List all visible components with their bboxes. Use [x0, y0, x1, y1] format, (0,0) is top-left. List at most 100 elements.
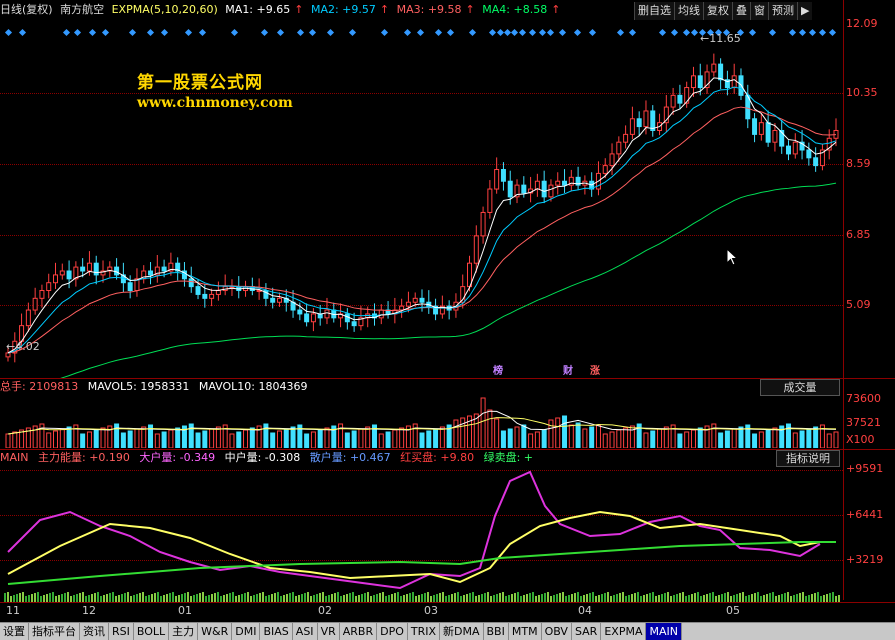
tab-settings[interactable]: 设置: [0, 623, 29, 640]
candle-body: [53, 274, 59, 284]
signal-bar: [394, 593, 396, 602]
signal-bar: [556, 594, 558, 602]
signal-bar: [529, 593, 531, 602]
volume-bar: [202, 430, 208, 448]
tab-expma[interactable]: EXPMA: [601, 623, 647, 640]
volume-bar: [270, 432, 276, 448]
signal-bar: [34, 593, 36, 602]
volume-header: 总手: 2109813 MAVOL5: 1958331 MAVOL10: 180…: [0, 379, 313, 395]
period-label[interactable]: 日线(复权): [0, 3, 53, 16]
tab-trix[interactable]: TRIX: [408, 623, 441, 640]
candle-body: [5, 352, 11, 358]
signal-bar: [817, 592, 819, 602]
window-button[interactable]: 窗: [750, 2, 768, 20]
event-marker-rank[interactable]: 榜: [493, 362, 503, 377]
candle-body: [188, 278, 194, 288]
tab-main-force[interactable]: 主力: [169, 623, 199, 640]
tab-sar[interactable]: SAR: [572, 623, 602, 640]
tab-mtm[interactable]: MTM: [509, 623, 542, 640]
tab-bias[interactable]: BIAS: [260, 623, 293, 640]
signal-bar: [109, 593, 111, 602]
signal-bar: [502, 592, 504, 602]
tab-obv[interactable]: OBV: [542, 623, 572, 640]
signal-diamond: [101, 28, 110, 37]
signal-bar: [31, 594, 33, 602]
main-indicator-header: MAIN 主力能量: +0.190 大户量: -0.349 中户量: -0.30…: [0, 450, 539, 466]
candle-body: [500, 169, 506, 182]
volume-bar: [93, 429, 99, 448]
delete-favorite-button[interactable]: 删自选: [634, 2, 674, 20]
volume-bar: [283, 428, 289, 448]
signal-bar: [4, 593, 6, 602]
adjust-button[interactable]: 复权: [703, 2, 732, 20]
indicator-help-button[interactable]: 指标说明: [776, 450, 840, 467]
tab-bbi[interactable]: BBI: [484, 623, 509, 640]
signal-bar: [316, 594, 318, 602]
event-marker-finance[interactable]: 财: [563, 362, 573, 377]
signal-bar: [169, 593, 171, 602]
signal-bar: [643, 595, 645, 602]
signal-diamond: [628, 28, 637, 37]
signal-diamond: [616, 28, 625, 37]
high-annotation: ←11.65: [700, 32, 741, 45]
signal-bar: [601, 594, 603, 602]
tab-news[interactable]: 资讯: [80, 623, 109, 640]
signal-diamond: [128, 28, 137, 37]
signal-bar: [349, 593, 351, 602]
tab-dpo[interactable]: DPO: [377, 623, 408, 640]
candle-body: [636, 118, 642, 128]
signal-bar: [268, 595, 270, 602]
tab-vr[interactable]: VR: [318, 623, 340, 640]
signal-diamond: [308, 28, 317, 37]
signal-bar: [397, 592, 399, 602]
volume-bar: [623, 427, 629, 448]
volume-dropdown[interactable]: 成交量: [760, 379, 840, 396]
volume-bar: [758, 431, 764, 448]
signal-diamond: [160, 28, 169, 37]
signal-bar: [664, 593, 666, 602]
tab-asi[interactable]: ASI: [293, 623, 318, 640]
ma1-value: MA1: +9.65: [225, 3, 291, 16]
tab-new-dma[interactable]: 新DMA: [440, 623, 484, 640]
signal-bar: [43, 595, 45, 602]
candle-body: [731, 75, 737, 89]
forecast-button[interactable]: 预测: [768, 2, 797, 20]
tab-wr[interactable]: W&R: [198, 623, 233, 640]
indicator-name[interactable]: EXPMA(5,10,20,60): [112, 3, 218, 16]
signal-bar: [823, 595, 825, 602]
volume-bar: [494, 418, 500, 448]
tab-rsi[interactable]: RSI: [109, 623, 134, 640]
volume-bar: [548, 419, 554, 448]
tab-indicator-platform[interactable]: 指标平台: [29, 623, 80, 640]
candle-body: [629, 118, 635, 135]
expand-arrow-icon[interactable]: ▶: [797, 2, 813, 20]
tab-boll[interactable]: BOLL: [134, 623, 170, 640]
overlay-button[interactable]: 叠: [732, 2, 750, 20]
volume-bar: [439, 426, 445, 448]
signal-bar: [211, 594, 213, 602]
signal-bar: [637, 592, 639, 602]
signal-bar: [487, 592, 489, 602]
tab-main[interactable]: MAIN: [646, 623, 682, 640]
price-header: 日线(复权) 南方航空 EXPMA(5,10,20,60) MA1: +9.65…: [0, 3, 561, 16]
signal-bar: [166, 594, 168, 602]
signal-bar: [589, 593, 591, 602]
ma-button[interactable]: 均线: [674, 2, 703, 20]
signal-bar: [583, 595, 585, 602]
event-marker-limitup[interactable]: 涨: [590, 362, 600, 377]
stock-name: 南方航空: [60, 3, 105, 16]
candle-body: [419, 297, 425, 303]
signal-bar: [631, 594, 633, 602]
candle-body: [623, 133, 629, 143]
signal-bar: [343, 595, 345, 602]
signal-bar: [766, 594, 768, 602]
tab-dmi[interactable]: DMI: [232, 623, 261, 640]
signal-bar: [781, 594, 783, 602]
signal-bar: [367, 592, 369, 602]
signal-bar: [76, 594, 78, 602]
candle-body: [541, 180, 547, 198]
candle-body: [643, 110, 649, 128]
candle-body: [59, 270, 65, 276]
tab-arbr[interactable]: ARBR: [340, 623, 378, 640]
signal-bar: [73, 595, 75, 602]
